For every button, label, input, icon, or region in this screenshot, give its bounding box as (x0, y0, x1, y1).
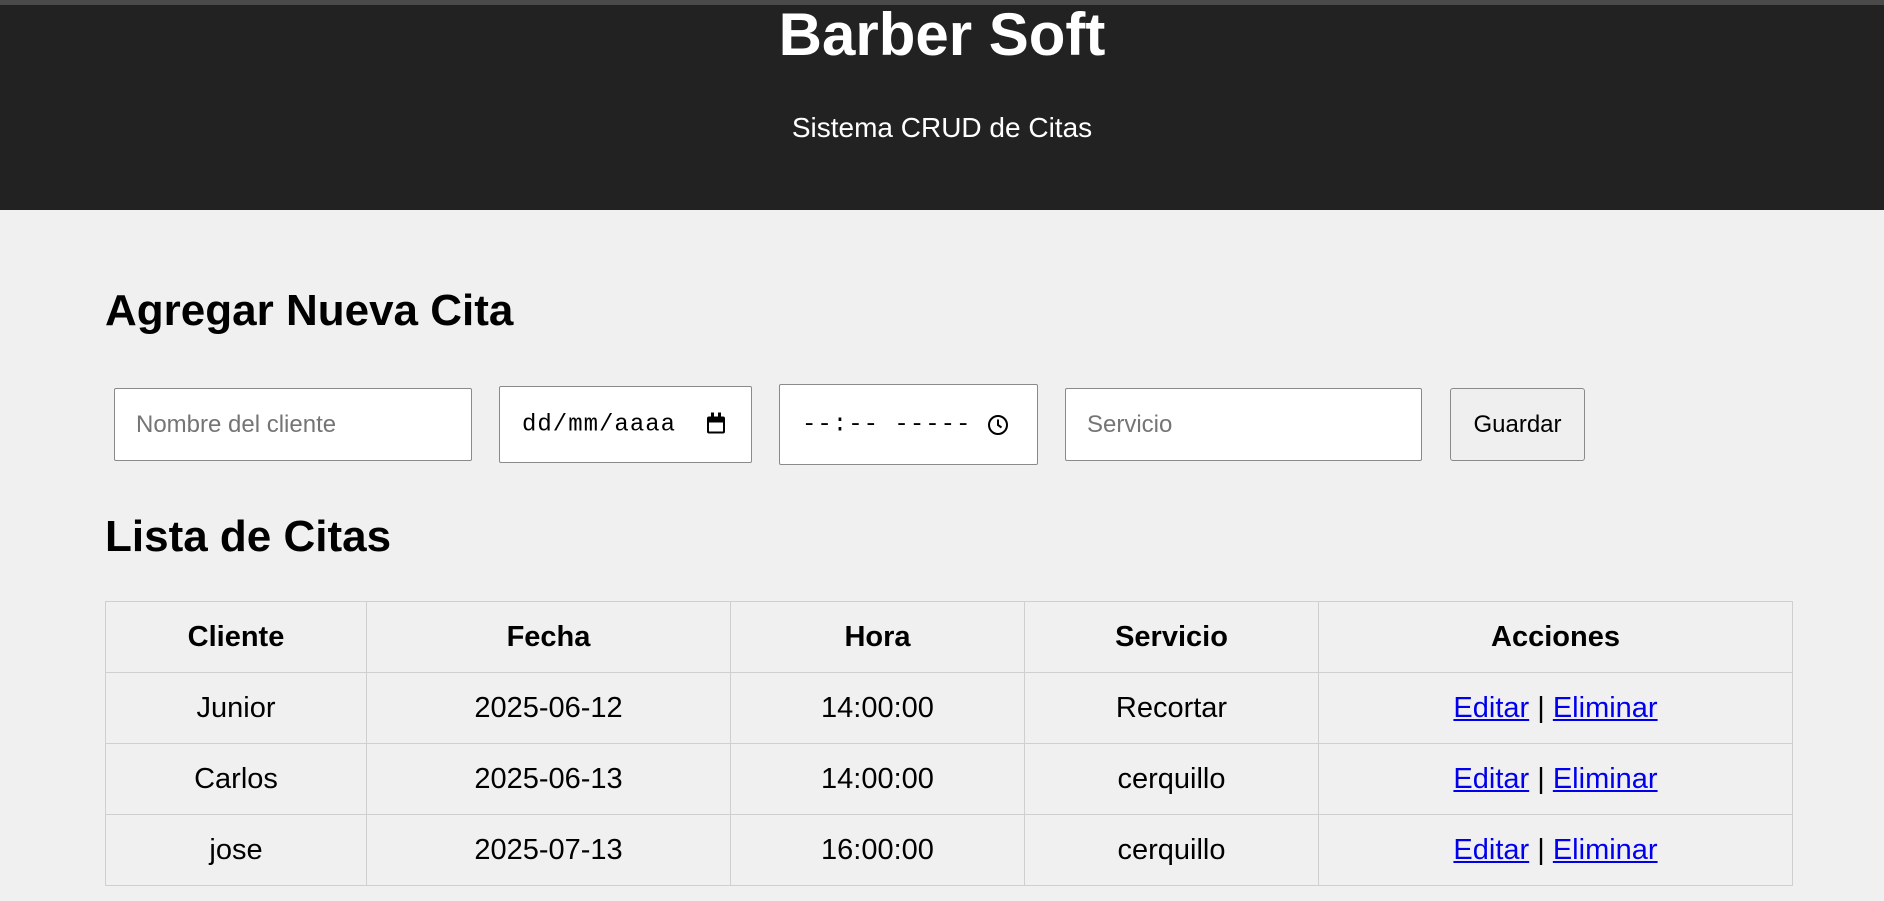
save-button[interactable]: Guardar (1450, 388, 1585, 461)
list-title: Lista de Citas (105, 512, 392, 561)
client-name-field[interactable] (114, 388, 472, 461)
delete-link[interactable]: Eliminar (1553, 763, 1658, 795)
edit-link[interactable]: Editar (1453, 692, 1529, 724)
edit-link[interactable]: Editar (1453, 834, 1529, 866)
cell-acciones: Editar | Eliminar (1318, 743, 1793, 815)
cell-fecha: 2025-06-12 (366, 672, 731, 744)
cell-cliente: Carlos (105, 743, 367, 815)
cell-acciones: Editar | Eliminar (1318, 814, 1793, 886)
cell-cliente: jose (105, 814, 367, 886)
appointments-table: Cliente Fecha Hora Servicio Acciones Jun… (105, 601, 1793, 886)
column-header-hora: Hora (730, 601, 1025, 673)
column-header-acciones: Acciones (1318, 601, 1793, 673)
site-header: Barber Soft Sistema CRUD de Citas (0, 5, 1884, 210)
edit-link[interactable]: Editar (1453, 763, 1529, 795)
cell-cliente: Junior (105, 672, 367, 744)
date-field[interactable]: dd/mm/aaaa (499, 386, 752, 463)
date-placeholder: dd/mm/aaaa (522, 411, 677, 438)
cell-hora: 14:00:00 (730, 743, 1025, 815)
delete-link[interactable]: Eliminar (1553, 834, 1658, 866)
table-row: Carlos 2025-06-13 14:00:00 cerquillo Edi… (105, 743, 1793, 815)
delete-link[interactable]: Eliminar (1553, 692, 1658, 724)
cell-acciones: Editar | Eliminar (1318, 672, 1793, 744)
action-separator: | (1537, 762, 1545, 795)
action-separator: | (1537, 833, 1545, 866)
cell-servicio: Recortar (1024, 672, 1319, 744)
time-placeholder: --:-- ----- (802, 411, 972, 438)
calendar-icon[interactable] (707, 412, 725, 433)
cell-hora: 14:00:00 (730, 672, 1025, 744)
column-header-fecha: Fecha (366, 601, 731, 673)
column-header-servicio: Servicio (1024, 601, 1319, 673)
site-title: Barber Soft (778, 1, 1106, 68)
table-row: jose 2025-07-13 16:00:00 cerquillo Edita… (105, 814, 1793, 886)
clock-icon[interactable] (987, 414, 1009, 436)
form-title: Agregar Nueva Cita (105, 286, 514, 335)
action-separator: | (1537, 691, 1545, 724)
column-header-cliente: Cliente (105, 601, 367, 673)
cell-hora: 16:00:00 (730, 814, 1025, 886)
service-field[interactable] (1065, 388, 1422, 461)
site-subtitle: Sistema CRUD de Citas (791, 112, 1093, 143)
cell-servicio: cerquillo (1024, 743, 1319, 815)
table-row: Junior 2025-06-12 14:00:00 Recortar Edit… (105, 672, 1793, 744)
time-field[interactable]: --:-- ----- (779, 384, 1038, 465)
cell-fecha: 2025-07-13 (366, 814, 731, 886)
cell-fecha: 2025-06-13 (366, 743, 731, 815)
client-name-input[interactable] (115, 410, 471, 439)
cell-servicio: cerquillo (1024, 814, 1319, 886)
service-input[interactable] (1066, 410, 1421, 439)
table-header-row: Cliente Fecha Hora Servicio Acciones (105, 601, 1793, 673)
